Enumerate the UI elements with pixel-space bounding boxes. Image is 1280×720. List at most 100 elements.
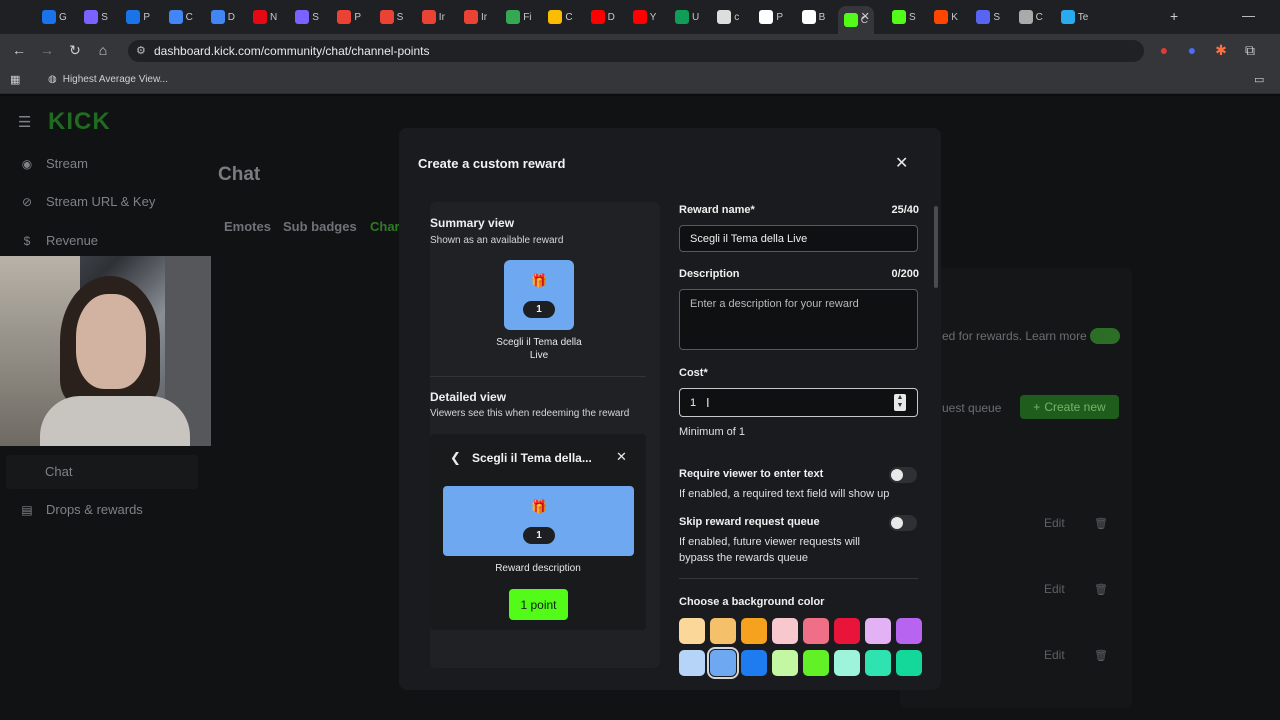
color-swatch[interactable] <box>772 618 798 644</box>
color-swatch[interactable] <box>865 618 891 644</box>
trash-icon[interactable]: 🗑 <box>1094 517 1108 530</box>
rewards-enabled-toggle[interactable] <box>1090 328 1120 344</box>
tab-favicon-icon <box>337 10 352 24</box>
tab-favicon-icon <box>379 10 394 24</box>
tab-close-icon[interactable]: ✕ <box>861 10 870 23</box>
tab-label: P <box>143 11 151 23</box>
text-cursor-icon: I <box>706 395 710 410</box>
tab-sub-badges[interactable]: Sub badges <box>283 219 357 234</box>
browser-tab[interactable]: Y <box>627 6 661 28</box>
address-bar[interactable]: ⚙ dashboard.kick.com/community/chat/chan… <box>128 40 1144 62</box>
menu-icon[interactable]: ☰ <box>18 113 31 131</box>
kick-logo[interactable]: KICK <box>48 108 111 136</box>
browser-tab[interactable]: C <box>542 6 576 28</box>
browser-tab[interactable]: D <box>205 6 239 28</box>
cost-input[interactable]: 1 ▲ ▼ <box>679 388 918 417</box>
extension-red-icon[interactable]: ● <box>1155 42 1173 58</box>
color-swatch[interactable] <box>741 618 767 644</box>
browser-tab[interactable]: S <box>289 6 323 28</box>
browser-tab[interactable]: Ir <box>458 6 492 28</box>
description-counter: 0/200 <box>891 268 919 280</box>
browser-tab[interactable]: S <box>78 6 112 28</box>
skip-queue-toggle[interactable] <box>889 515 917 531</box>
background-color-label: Choose a background color <box>679 596 825 608</box>
browser-tab[interactable]: N <box>247 6 281 28</box>
tab-channel-points[interactable]: Char <box>370 219 400 234</box>
browser-tab[interactable]: P <box>331 6 365 28</box>
color-swatch[interactable] <box>896 650 922 676</box>
number-stepper-icon[interactable]: ▲ ▼ <box>894 394 906 411</box>
color-swatch[interactable] <box>679 618 705 644</box>
folder-icon[interactable]: ▭ <box>1254 73 1264 86</box>
tab-label: Y <box>649 11 657 23</box>
browser-tab[interactable]: Te <box>1055 6 1089 28</box>
forward-icon[interactable]: → <box>38 42 56 58</box>
extensions-puzzle-icon[interactable]: ⧉ <box>1241 42 1259 59</box>
site-info-icon[interactable]: ⚙ <box>136 44 146 57</box>
sidebar-item-chat-active[interactable] <box>6 455 198 489</box>
require-text-help: If enabled, a required text field will s… <box>679 488 890 500</box>
browser-tab[interactable]: C <box>163 6 197 28</box>
description-textarea[interactable]: Enter a description for your reward <box>679 289 918 350</box>
modal-scrollbar[interactable] <box>934 206 938 288</box>
edit-button[interactable]: Edit <box>1044 582 1065 596</box>
extension-orange-icon[interactable]: ✱ <box>1212 42 1230 59</box>
color-swatch[interactable] <box>679 650 705 676</box>
browser-tab[interactable]: U <box>669 6 703 28</box>
color-swatch[interactable] <box>803 618 829 644</box>
browser-tab[interactable]: K <box>928 6 962 28</box>
browser-tab[interactable]: P <box>120 6 154 28</box>
home-icon[interactable]: ⌂ <box>94 42 112 58</box>
sidebar-item-chat[interactable]: Chat <box>45 464 72 479</box>
browser-tab[interactable]: C <box>1013 6 1047 28</box>
browser-tab[interactable]: S <box>970 6 1004 28</box>
tab-favicon-icon <box>892 10 906 24</box>
back-icon[interactable]: ← <box>10 42 28 58</box>
sidebar-item-drops[interactable]: ▤ Drops & rewards <box>20 502 142 517</box>
description-label: Description <box>679 268 740 280</box>
browser-tab[interactable]: S <box>886 6 920 28</box>
browser-tab[interactable]: Ir <box>416 6 450 28</box>
browser-tab[interactable]: B <box>796 6 830 28</box>
color-swatch[interactable] <box>707 647 739 679</box>
reload-icon[interactable]: ↻ <box>66 42 84 59</box>
sidebar-item-revenue[interactable]: $ Revenue <box>20 233 98 248</box>
bookmark-item[interactable]: ◍ Highest Average View... <box>48 74 168 85</box>
create-new-button[interactable]: + Create new <box>1020 395 1119 419</box>
color-swatch[interactable] <box>865 650 891 676</box>
sidebar-item-stream[interactable]: ◉ Stream <box>20 156 88 171</box>
browser-tab[interactable]: S <box>374 6 408 28</box>
tab-label: C <box>185 11 193 23</box>
trash-icon[interactable]: 🗑 <box>1094 649 1108 662</box>
browser-tab[interactable]: P <box>753 6 787 28</box>
tab-label: Ir <box>481 11 488 23</box>
browser-tab[interactable]: c <box>711 6 745 28</box>
browser-tab[interactable]: C ✕ <box>837 6 874 34</box>
cost-help: Minimum of 1 <box>679 426 746 438</box>
edit-button[interactable]: Edit <box>1044 648 1065 662</box>
color-swatch[interactable] <box>741 650 767 676</box>
color-swatch[interactable] <box>834 650 860 676</box>
browser-tab[interactable]: D <box>585 6 619 28</box>
apps-grid-icon[interactable]: ▦ <box>10 73 20 86</box>
trash-icon[interactable]: 🗑 <box>1094 583 1108 596</box>
sidebar-item-stream-url[interactable]: ⊘ Stream URL & Key <box>20 194 155 209</box>
tab-emotes[interactable]: Emotes <box>224 219 271 234</box>
minimize-icon[interactable]: — <box>1242 8 1255 23</box>
tab-favicon-icon <box>717 10 732 24</box>
color-swatch[interactable] <box>834 618 860 644</box>
color-swatch[interactable] <box>710 618 736 644</box>
require-text-toggle[interactable] <box>889 467 917 483</box>
new-tab-icon[interactable]: + <box>1170 8 1178 24</box>
color-swatch[interactable] <box>896 618 922 644</box>
extension-blue-icon[interactable]: ● <box>1183 42 1201 58</box>
reward-name-input[interactable]: Scegli il Tema della Live <box>679 225 918 252</box>
browser-tab[interactable]: Fi <box>500 6 534 28</box>
edit-button[interactable]: Edit <box>1044 516 1065 530</box>
close-icon[interactable]: ✕ <box>895 153 908 173</box>
browser-tab[interactable]: G <box>36 6 70 28</box>
color-swatch[interactable] <box>772 650 798 676</box>
color-swatch[interactable] <box>803 650 829 676</box>
tab-favicon-icon <box>801 10 816 24</box>
tab-label: S <box>396 11 404 23</box>
